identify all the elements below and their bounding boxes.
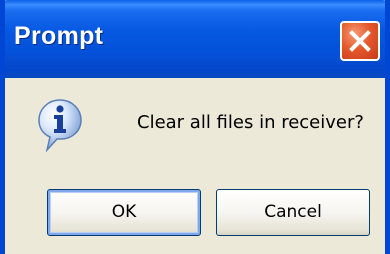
cancel-button[interactable]: Cancel	[216, 189, 370, 236]
dialog-message: Clear all files in receiver?	[137, 112, 364, 133]
prompt-dialog: Prompt Clear all files in receiver? OK C…	[0, 0, 390, 254]
info-icon	[38, 99, 82, 152]
dialog-body: Clear all files in receiver? OK Cancel	[5, 78, 385, 254]
window-title: Prompt	[14, 22, 104, 50]
close-button[interactable]	[340, 21, 380, 61]
close-icon	[349, 30, 371, 52]
title-bar[interactable]: Prompt	[5, 0, 385, 78]
ok-button[interactable]: OK	[47, 189, 201, 236]
